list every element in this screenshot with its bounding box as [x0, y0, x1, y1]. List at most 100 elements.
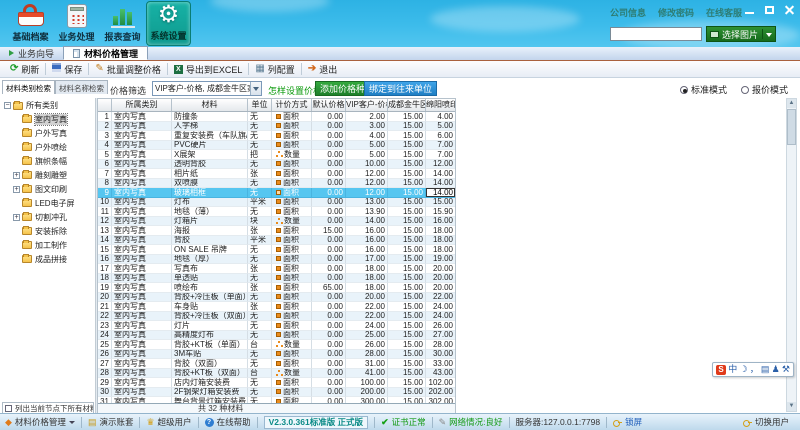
- cell[interactable]: 6.00: [426, 131, 455, 141]
- expand-icon[interactable]: +: [13, 214, 20, 221]
- table-row[interactable]: 20室内写真背胶+冷压板（单面）无面积0.0020.0015.0022.00: [98, 293, 455, 303]
- cell[interactable]: 0.00: [312, 350, 346, 360]
- ime-mode-icon[interactable]: 中: [728, 363, 737, 376]
- cell[interactable]: 0.00: [312, 340, 346, 350]
- cell[interactable]: 0.00: [312, 207, 346, 217]
- cell[interactable]: 31.00: [346, 359, 388, 369]
- column-header-单位[interactable]: 单位: [248, 99, 272, 111]
- column-header-rownum[interactable]: [98, 99, 112, 111]
- cell[interactable]: 0.00: [312, 378, 346, 388]
- top-link-在线客服[interactable]: 在线客服: [706, 6, 742, 19]
- expand-icon[interactable]: +: [13, 172, 20, 179]
- tree-item-户外喷绘[interactable]: 户外喷绘: [13, 140, 95, 154]
- cell[interactable]: 13.90: [346, 207, 388, 217]
- cell[interactable]: 10.00: [346, 160, 388, 170]
- cell[interactable]: 65.00: [312, 283, 346, 293]
- ime-punct-icon[interactable]: ，: [750, 363, 759, 376]
- cell[interactable]: 26.00: [426, 321, 455, 331]
- table-row[interactable]: 6室内写真透明背胶无面积0.0010.0015.0012.00: [98, 160, 455, 170]
- tree-item-成品拼接[interactable]: 成品拼接: [13, 252, 95, 266]
- table-row[interactable]: 12室内写真灯箱片块数量0.0014.0015.0016.00: [98, 217, 455, 227]
- cell[interactable]: 0.00: [312, 245, 346, 255]
- table-row[interactable]: 23室内写真灯片无面积0.0024.0015.0026.00: [98, 321, 455, 331]
- cell[interactable]: 15.00: [388, 236, 426, 246]
- status-account[interactable]: ▤ 演示账套: [88, 416, 134, 428]
- cell[interactable]: 24.00: [426, 312, 455, 322]
- tab-business-wizard[interactable]: 业务向导: [0, 46, 63, 60]
- cell[interactable]: 12.00: [426, 160, 455, 170]
- cell[interactable]: 15.00: [388, 207, 426, 217]
- collapse-icon[interactable]: −: [4, 102, 11, 109]
- cell[interactable]: 28.00: [426, 340, 455, 350]
- cell[interactable]: 15.00: [388, 255, 426, 265]
- image-path-input[interactable]: [610, 27, 702, 41]
- cell[interactable]: 43.00: [426, 369, 455, 379]
- ime-tools-icon[interactable]: ⚒: [782, 363, 790, 376]
- sidebar-tab-材料类别检索[interactable]: 材料类别检索: [2, 80, 55, 94]
- cell[interactable]: 18.00: [346, 283, 388, 293]
- table-row[interactable]: 17室内写真写真布张面积0.0018.0015.0020.00: [98, 264, 455, 274]
- table-row[interactable]: 19室内写真喷绘布张面积65.0018.0015.0020.00: [98, 283, 455, 293]
- table-row[interactable]: 16室内写真地毯（厚）无面积0.0017.0015.0019.00: [98, 255, 455, 265]
- cell[interactable]: 0.00: [312, 388, 346, 398]
- table-row[interactable]: 14室内写真背胶平米面积0.0016.0015.0018.00: [98, 236, 455, 246]
- cell[interactable]: 0.00: [312, 302, 346, 312]
- cell[interactable]: 15.00: [388, 359, 426, 369]
- cell[interactable]: 4.00: [346, 131, 388, 141]
- cell[interactable]: 5.00: [346, 150, 388, 160]
- status-help[interactable]: ? 在线帮助: [205, 416, 251, 428]
- cell[interactable]: 13.00: [346, 198, 388, 208]
- cell[interactable]: 15.00: [312, 226, 346, 236]
- cell[interactable]: 0.00: [312, 397, 346, 403]
- cell[interactable]: 0.00: [312, 141, 346, 151]
- cell[interactable]: 41.00: [346, 369, 388, 379]
- table-row[interactable]: 22室内写真背胶+冷压板（双面）无面积0.0022.0015.0024.00: [98, 312, 455, 322]
- cell[interactable]: 14.00: [346, 217, 388, 227]
- column-header-计价方式[interactable]: 计价方式: [272, 99, 312, 111]
- cell[interactable]: 0.00: [312, 198, 346, 208]
- table-row[interactable]: 31室内写真舞台背景灯箱安装费无面积0.00300.0015.00302.00: [98, 397, 455, 403]
- cell[interactable]: 0.00: [312, 369, 346, 379]
- cell[interactable]: 30.00: [426, 350, 455, 360]
- ime-keyboard-icon[interactable]: ▤: [761, 363, 770, 376]
- sidebar-tab-材料名称检索[interactable]: 材料名称检索: [55, 80, 108, 94]
- cell[interactable]: 15.00: [388, 160, 426, 170]
- ime-skin-icon[interactable]: ♟: [772, 363, 780, 376]
- tree-item-切割冲孔[interactable]: +切割冲孔: [13, 210, 95, 224]
- cell[interactable]: 5.00: [426, 122, 455, 132]
- cell[interactable]: 0.00: [312, 150, 346, 160]
- cell[interactable]: 15.00: [388, 378, 426, 388]
- tree-item-旗帜条幅[interactable]: 旗帜条幅: [13, 154, 95, 168]
- column-header-所属类别[interactable]: 所属类别: [112, 99, 172, 111]
- cell[interactable]: 27.00: [426, 331, 455, 341]
- cell[interactable]: 0.00: [312, 236, 346, 246]
- cell[interactable]: 33.00: [426, 359, 455, 369]
- column-header-默认价格[interactable]: 默认价格: [312, 99, 346, 111]
- toolbar-button-退出[interactable]: ➔退出: [302, 62, 343, 77]
- cell[interactable]: 200.00: [346, 388, 388, 398]
- table-row[interactable]: 26室内写真3M车贴无面积0.0028.0015.0030.00: [98, 350, 455, 360]
- cell[interactable]: 22.00: [346, 302, 388, 312]
- cell[interactable]: 15.00: [388, 150, 426, 160]
- cell[interactable]: 202.00: [426, 388, 455, 398]
- toolbar-button-导出到EXCEL[interactable]: X导出到EXCEL: [168, 62, 249, 77]
- cell[interactable]: 15.00: [388, 350, 426, 360]
- cell[interactable]: 18.00: [426, 236, 455, 246]
- cell[interactable]: 18.00: [426, 226, 455, 236]
- cell[interactable]: 18.00: [426, 245, 455, 255]
- scroll-down-arrow[interactable]: ▼: [787, 402, 796, 411]
- table-row[interactable]: 25室内写真背胶+KT板（单面）台数量0.0026.0015.0028.00: [98, 340, 455, 350]
- cell[interactable]: 12.00: [346, 169, 388, 179]
- column-header-绵阳喷印-[interactable]: 绵阳喷印-: [426, 99, 456, 111]
- cell[interactable]: 4.00: [426, 112, 455, 122]
- cell[interactable]: 20.00: [346, 293, 388, 303]
- cell[interactable]: 22.00: [346, 312, 388, 322]
- checkbox-icon[interactable]: [5, 405, 12, 412]
- cell[interactable]: 15.00: [388, 321, 426, 331]
- cell[interactable]: 0.00: [312, 255, 346, 265]
- switch-user-button[interactable]: 切换用户: [743, 416, 789, 428]
- bind-to-partner-button[interactable]: 绑定到往来单位: [364, 81, 437, 96]
- cell[interactable]: 0.00: [312, 179, 346, 189]
- cell[interactable]: 17.00: [346, 255, 388, 265]
- cell[interactable]: 19.00: [426, 255, 455, 265]
